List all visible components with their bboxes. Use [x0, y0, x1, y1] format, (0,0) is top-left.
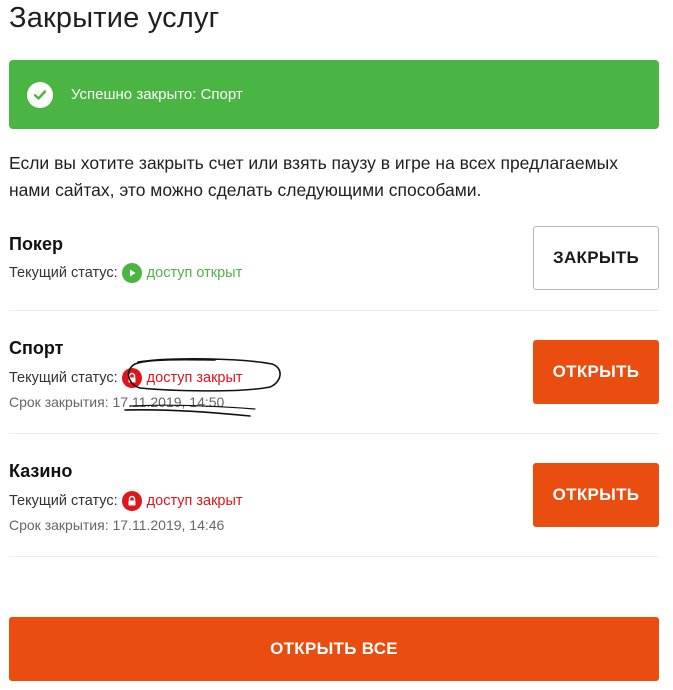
intro-text: Если вы хотите закрыть счет или взять па… [9, 153, 619, 200]
service-sport: Спорт Текущий статус: доступ закрыт Срок… [9, 338, 659, 410]
date-label: Срок закрытия: [9, 394, 109, 410]
status-line: Текущий статус: доступ открыт [9, 263, 242, 283]
service-name: Казино [9, 461, 73, 481]
page-title: Закрытие услуг [9, 2, 220, 34]
lock-icon [121, 491, 142, 511]
service-casino: Казино Текущий статус: доступ закрыт Сро… [9, 461, 659, 533]
play-icon [121, 263, 142, 283]
closing-date: Срок закрытия: 17.11.2019, 14:46 [9, 517, 224, 533]
service-poker: Покер Текущий статус: доступ открыт ЗАКР… [9, 226, 659, 290]
divider [9, 556, 659, 557]
close-poker-button[interactable]: ЗАКРЫТЬ [533, 226, 659, 290]
status-line: Текущий статус: доступ закрыт [9, 491, 243, 511]
status-label: Текущий статус: [9, 493, 118, 509]
service-name: Покер [9, 234, 63, 254]
check-circle-icon [27, 81, 53, 108]
closing-date: Срок закрытия: 17.11.2019, 14:50 [9, 394, 224, 410]
status-value: доступ открыт [146, 265, 243, 281]
date-label: Срок закрытия: [9, 517, 109, 533]
alert-message: Успешно закрыто: Спорт [71, 86, 243, 103]
open-sport-button[interactable]: ОТКРЫТЬ [533, 340, 659, 404]
open-all-button[interactable]: ОТКРЫТЬ ВСЕ [9, 617, 659, 681]
open-casino-button[interactable]: ОТКРЫТЬ [533, 463, 659, 527]
divider [9, 310, 659, 311]
status-value: доступ закрыт [146, 493, 243, 509]
status-line: Текущий статус: доступ закрыт [9, 368, 243, 388]
divider [9, 433, 659, 434]
status-value: доступ закрыт [146, 370, 243, 386]
date-value: 17.11.2019, 14:50 [112, 394, 225, 410]
success-alert: Успешно закрыто: Спорт [9, 60, 659, 129]
service-name: Спорт [9, 338, 64, 358]
status-label: Текущий статус: [9, 370, 118, 386]
date-value: 17.11.2019, 14:46 [112, 517, 225, 533]
status-label: Текущий статус: [9, 265, 118, 281]
lock-icon [121, 368, 142, 388]
